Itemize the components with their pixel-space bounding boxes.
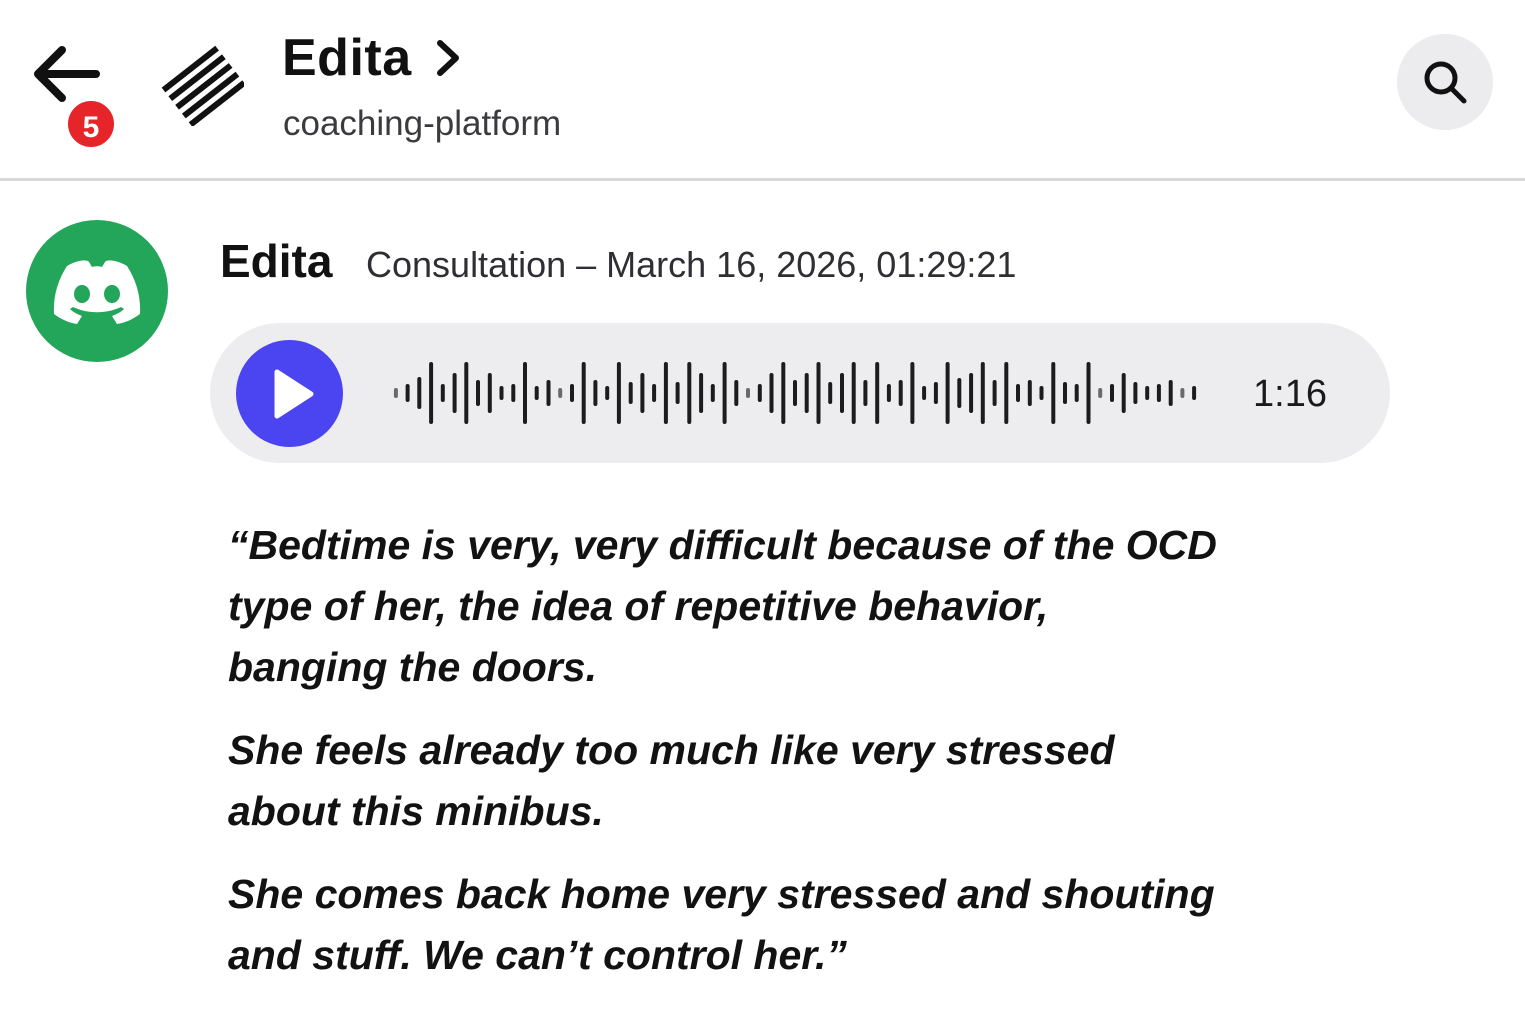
waveform-bar xyxy=(816,362,821,424)
waveform-bar xyxy=(476,380,480,406)
waveform-bar xyxy=(1168,380,1173,406)
waveform-bar xyxy=(699,373,704,413)
channel-title-link[interactable]: Edita xyxy=(282,28,462,88)
channel-subtitle: coaching-platform xyxy=(283,104,562,143)
transcript-paragraph: “Bedtime is very, very difficult because… xyxy=(228,522,1217,690)
waveform-bar xyxy=(1192,386,1197,400)
play-button[interactable] xyxy=(236,340,343,447)
waveform-bar xyxy=(487,373,492,413)
play-icon xyxy=(274,369,314,419)
waveform-bar xyxy=(1098,388,1103,398)
waveform-bar xyxy=(464,362,469,424)
waveform-bar xyxy=(969,373,974,413)
waveform-bar xyxy=(1110,384,1114,402)
channel-title: Edita xyxy=(282,29,412,87)
waveform-bar xyxy=(980,362,985,424)
waveform-bar xyxy=(652,384,657,402)
waveform-bar xyxy=(910,362,915,424)
waveform-bar xyxy=(1004,362,1009,424)
waveform-bar xyxy=(546,380,551,406)
waveform-bar xyxy=(570,384,574,402)
waveform-bar xyxy=(1016,384,1020,402)
waveform-bar xyxy=(933,382,938,404)
waveform-bar xyxy=(605,386,610,400)
waveform-bar xyxy=(945,362,950,424)
waveform-bar xyxy=(405,384,410,402)
chevron-right-icon xyxy=(436,40,459,76)
striped-channel-icon xyxy=(160,42,247,127)
waveform-bar xyxy=(499,386,504,400)
waveform-bar xyxy=(781,362,786,424)
waveform-bar xyxy=(593,380,598,406)
waveform-bar xyxy=(640,373,645,413)
transcript-paragraph: She comes back home very stressed and sh… xyxy=(228,871,1215,978)
discord-logo-icon xyxy=(53,260,141,324)
waveform-bar xyxy=(616,362,621,424)
waveform-bar xyxy=(628,382,633,404)
voice-message-player: 1:16 xyxy=(210,323,1390,463)
waveform-bar xyxy=(663,362,668,424)
waveform-bar xyxy=(922,386,927,400)
waveform-bar xyxy=(1086,362,1091,424)
waveform-bar xyxy=(804,373,809,413)
waveform-bar xyxy=(722,362,727,424)
waveform-bar xyxy=(1133,382,1138,404)
waveform-bar xyxy=(851,362,856,424)
waveform-bar xyxy=(440,384,445,402)
waveform-bar xyxy=(992,380,997,406)
waveform-bar xyxy=(886,384,891,402)
transcript-paragraph: She feels already too much like very str… xyxy=(228,727,1115,834)
waveform-bar xyxy=(417,377,422,409)
waveform-bar xyxy=(675,382,680,404)
waveform-bar xyxy=(863,380,868,406)
waveform-bar xyxy=(687,362,692,424)
search-icon xyxy=(1424,61,1467,104)
message-author[interactable]: Edita xyxy=(220,234,332,288)
waveform-bar xyxy=(511,384,516,402)
waveform-bar xyxy=(523,362,527,424)
waveform-bar xyxy=(734,380,739,406)
waveform-bar xyxy=(1145,386,1150,400)
waveform-bar xyxy=(1051,362,1056,424)
waveform-bar xyxy=(558,388,563,398)
waveform-bar xyxy=(757,384,762,402)
waveform-bar xyxy=(1074,384,1079,402)
unread-count-badge: 5 xyxy=(64,97,118,151)
waveform-bar xyxy=(769,373,774,413)
waveform-bar xyxy=(710,384,715,402)
waveform-bar xyxy=(1039,386,1044,400)
waveform-bar xyxy=(534,386,539,400)
waveform-bar xyxy=(1180,388,1185,398)
waveform-bar xyxy=(1027,380,1032,406)
transcript-text: “Bedtime is very, very difficult because… xyxy=(228,515,1378,1008)
voice-duration: 1:16 xyxy=(1253,373,1327,415)
waveform-bar xyxy=(1121,373,1126,413)
waveform-bar xyxy=(898,380,903,406)
search-button[interactable] xyxy=(1397,34,1493,130)
waveform-bar xyxy=(429,362,434,424)
waveform-bar xyxy=(1063,382,1067,404)
avatar[interactable] xyxy=(26,220,168,362)
chat-header: 5 Edita coaching-platform xyxy=(0,0,1525,181)
waveform-bar xyxy=(746,388,750,398)
audio-waveform[interactable] xyxy=(390,343,1200,443)
waveform-bar xyxy=(840,373,844,413)
waveform-bar xyxy=(957,378,962,408)
waveform-bar xyxy=(1156,384,1161,402)
waveform-bar xyxy=(793,380,797,406)
arrow-left-icon xyxy=(34,46,100,102)
waveform-bar xyxy=(581,362,586,424)
waveform-bar xyxy=(828,382,833,404)
waveform-bar xyxy=(452,373,457,413)
waveform-bar xyxy=(875,362,880,424)
message-timestamp: Consultation – March 16, 2026, 01:29:21 xyxy=(366,244,1017,285)
waveform-bar xyxy=(393,388,398,398)
